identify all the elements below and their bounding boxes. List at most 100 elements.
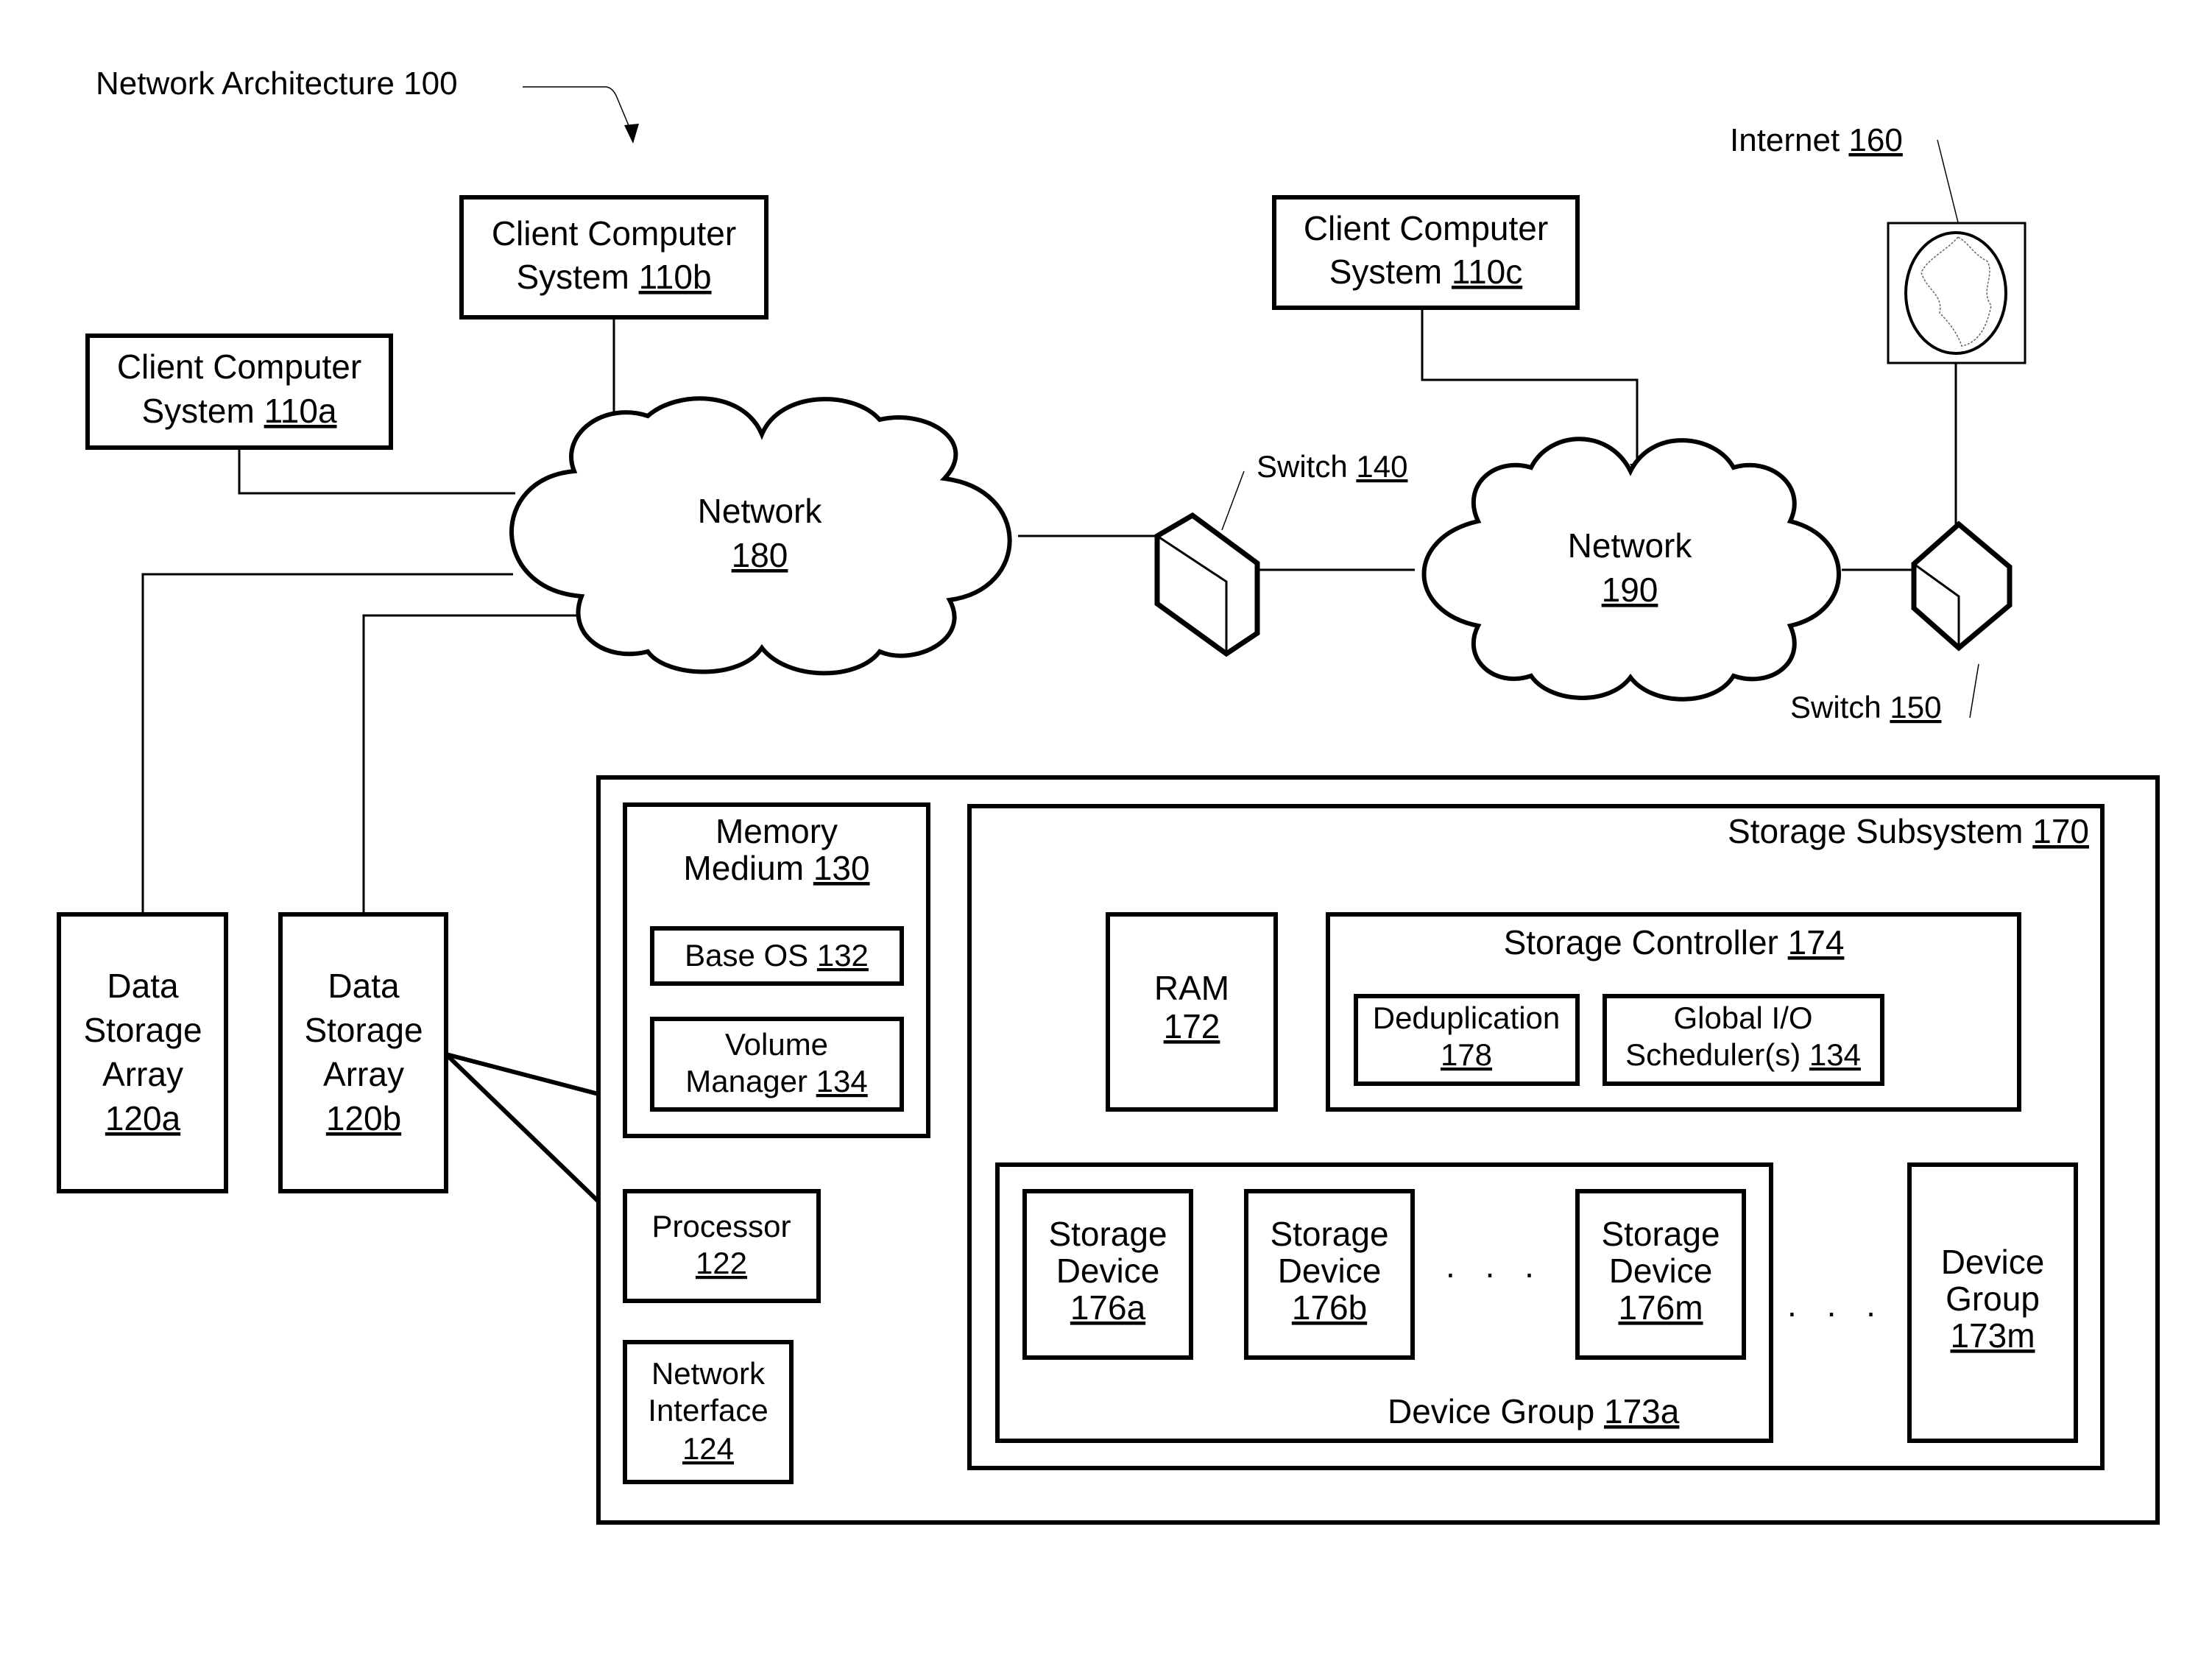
array-120b-detail: Memory Medium 130 Base OS 132 Volume Man… [596,775,2160,1525]
network-190-label: Network [1568,526,1693,565]
ref-scheduler-134: 134 [1809,1037,1861,1072]
groups-ellipsis: . . . [1787,1285,1886,1324]
storage-device-176a[interactable]: Storage Device 176a [1022,1189,1193,1360]
storage-device-176b[interactable]: Storage Device 176b [1244,1189,1415,1360]
ref-110b: 110b [639,258,712,296]
storage-controller-174[interactable]: Storage Controller 174 Deduplication 178… [1326,912,2021,1112]
global-io-scheduler-134[interactable]: Global I/O Scheduler(s) 134 [1603,994,1884,1086]
device-group-173a-label: Device Group 173a [1388,1392,1680,1430]
processor-122[interactable]: Processor 122 [623,1189,821,1303]
device-176m-ref: 176m [1618,1288,1703,1327]
switch-150-label: Switch 150 [1790,690,1941,724]
client-computer-110b[interactable]: Client Computer System 110b [459,195,768,320]
array-120a-line3: Array [102,1055,183,1093]
dedup-ref: 178 [1441,1037,1492,1072]
device-176a-line1: Storage [1048,1215,1167,1253]
client-110b-line2: System 110b [516,258,711,296]
device-176b-ref: 176b [1292,1288,1367,1327]
switch-140[interactable]: Switch 140 [1154,449,1407,657]
figure-title: Network Architecture 100 [96,66,458,102]
processor-label: Processor [651,1209,791,1243]
network-180-ref: 180 [732,536,788,574]
device-group-173m[interactable]: Device Group 173m [1907,1162,2078,1443]
network-190-ref: 190 [1602,571,1658,609]
globe-icon [1904,231,2007,355]
ref-160: 160 [1848,122,1902,158]
ram-label: RAM [1154,969,1229,1007]
ram-172[interactable]: RAM 172 [1106,912,1278,1112]
arrowhead-icon [624,124,639,144]
ref-174: 174 [1788,923,1845,961]
array-120b-line2: Storage [304,1011,423,1049]
device-176a-line2: Device [1056,1252,1160,1290]
device-176a-ref: 176a [1070,1288,1146,1327]
volume-manager-134[interactable]: Volume Manager 134 [650,1017,904,1112]
base-os-132[interactable]: Base OS 132 [650,926,904,986]
device-176b-line2: Device [1278,1252,1382,1290]
memory-line1: Memory [715,812,838,850]
ref-170: 170 [2032,812,2089,850]
scheduler-line1: Global I/O [1673,1001,1812,1035]
ref-173a: 173a [1604,1392,1680,1430]
data-storage-array-120a[interactable]: Data Storage Array 120a [57,912,228,1193]
internet-160-label: Internet 160 [1730,122,1903,158]
network-interface-124[interactable]: Network Interface 124 [623,1340,794,1484]
switch-icon [1911,521,2013,652]
processor-ref: 122 [696,1246,747,1280]
device-group-173m-line2: Group [1946,1280,2040,1318]
array-120b-ref: 120b [326,1099,401,1137]
device-group-173m-ref: 173m [1950,1316,2035,1355]
network-190-cloud[interactable]: Network 190 [1421,437,1841,702]
device-176m-line1: Storage [1601,1215,1720,1253]
data-storage-array-120b[interactable]: Data Storage Array 120b [278,912,448,1193]
ref-110a: 110a [264,392,337,430]
deduplication-178[interactable]: Deduplication 178 [1354,994,1580,1086]
device-176m-line2: Device [1609,1252,1713,1290]
client-110c-line2: System 110c [1329,253,1523,291]
switch-icon [1154,512,1260,657]
storage-device-176m[interactable]: Storage Device 176m [1575,1189,1746,1360]
cloud-icon [1421,437,1841,702]
client-computer-110c[interactable]: Client Computer System 110c [1272,195,1580,310]
dedup-label: Deduplication [1373,1001,1561,1035]
storage-subsystem-170[interactable]: Storage Subsystem 170 RAM 172 Storage Co… [967,804,2105,1470]
client-computer-110a[interactable]: Client Computer System 110a [85,334,393,450]
ram-ref: 172 [1164,1007,1220,1045]
array-120b-line3: Array [323,1055,404,1093]
client-110b-line1: Client Computer [492,214,736,253]
storage-controller-label: Storage Controller 174 [1504,923,1845,961]
array-120a-ref: 120a [105,1099,181,1137]
ref-130: 130 [813,849,870,887]
client-110a-line2: System 110a [141,392,336,430]
client-110a-line1: Client Computer [117,347,361,386]
switch-140-label: Switch 140 [1257,449,1407,484]
title-arrow [523,86,639,144]
network-180-cloud[interactable]: Network 180 [509,396,1012,676]
internet-160[interactable]: Internet 160 [1730,122,2027,364]
device-176b-line1: Storage [1270,1215,1388,1253]
volume-manager-line1: Volume [725,1027,828,1062]
nic-ref: 124 [682,1431,734,1466]
ref-132: 132 [817,938,869,973]
array-120b-line1: Data [328,967,400,1005]
memory-medium-130[interactable]: Memory Medium 130 Base OS 132 Volume Man… [623,802,930,1138]
ref-134: 134 [816,1064,868,1098]
network-architecture-diagram: Network Architecture 100 Client Computer… [57,66,2160,1525]
devices-ellipsis: . . . [1446,1246,1544,1285]
device-group-173m-line1: Device [1941,1243,2045,1281]
scheduler-line2: Scheduler(s) 134 [1625,1037,1861,1072]
ref-150: 150 [1890,690,1941,724]
nic-line2: Interface [648,1393,768,1428]
storage-subsystem-label: Storage Subsystem 170 [1728,812,2089,850]
ref-140: 140 [1356,449,1407,484]
array-120a-line1: Data [107,967,179,1005]
memory-line2: Medium 130 [683,849,869,887]
client-110c-line1: Client Computer [1304,209,1548,247]
array-120a-line2: Storage [83,1011,202,1049]
base-os-label: Base OS 132 [685,938,869,973]
nic-line1: Network [651,1356,766,1391]
volume-manager-line2: Manager 134 [685,1064,868,1098]
device-group-173a[interactable]: Device Group 173a Storage Device 176a St… [995,1162,1773,1443]
network-180-label: Network [698,492,823,530]
ref-110c: 110c [1452,253,1522,291]
